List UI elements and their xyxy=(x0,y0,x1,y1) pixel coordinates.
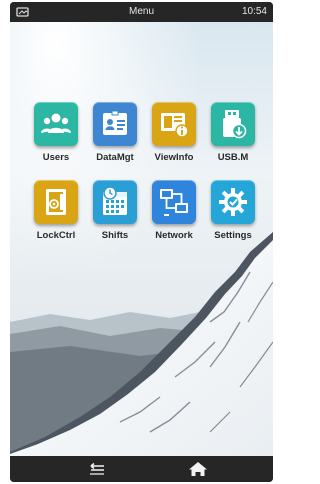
id-card-icon xyxy=(103,110,127,135)
app-label-network: Network xyxy=(155,230,193,241)
datamgt-tile[interactable] xyxy=(93,102,137,146)
app-network[interactable]: Network xyxy=(143,180,205,250)
network-icon xyxy=(160,189,188,216)
usb-drive-icon xyxy=(223,110,247,139)
navigation-bar xyxy=(10,456,273,482)
viewinfo-tile[interactable] xyxy=(152,102,196,146)
usbm-tile[interactable] xyxy=(211,102,255,146)
app-users[interactable]: Users xyxy=(25,102,87,172)
app-label-shifts: Shifts xyxy=(101,230,129,241)
clock: 10:54 xyxy=(241,6,267,17)
app-datamgt[interactable]: DataMgt xyxy=(84,102,146,172)
screen-title: Menu xyxy=(128,6,154,17)
calendar-clock-icon xyxy=(103,186,127,215)
users-tile[interactable] xyxy=(34,102,78,146)
app-settings[interactable]: Settings xyxy=(202,180,264,250)
app-shifts[interactable]: Shifts xyxy=(84,180,146,250)
app-label-settings: Settings xyxy=(214,230,252,241)
device-screen: Menu 10:54 Users DataMgt ViewInfo USB.M … xyxy=(10,2,273,482)
home-icon[interactable] xyxy=(183,460,213,478)
app-label-viewinfo: ViewInfo xyxy=(154,152,194,163)
app-label-datamgt: DataMgt xyxy=(96,152,134,163)
app-label-usbm: USB.M xyxy=(217,152,249,163)
users-icon xyxy=(41,113,71,133)
settings-tile[interactable] xyxy=(211,180,255,224)
back-arrow-icon[interactable] xyxy=(82,460,112,478)
app-lockctrl[interactable]: LockCtrl xyxy=(25,180,87,250)
app-label-lockctrl: LockCtrl xyxy=(36,230,76,241)
network-tile[interactable] xyxy=(152,180,196,224)
status-bar: Menu 10:54 xyxy=(10,2,273,22)
gear-icon xyxy=(219,188,247,216)
app-usbm[interactable]: USB.M xyxy=(202,102,264,172)
lock-door-icon xyxy=(46,189,66,215)
lockctrl-tile[interactable] xyxy=(34,180,78,224)
app-label-users: Users xyxy=(42,152,70,163)
app-viewinfo[interactable]: ViewInfo xyxy=(143,102,205,172)
info-monitor-icon xyxy=(161,113,189,138)
shifts-tile[interactable] xyxy=(93,180,137,224)
